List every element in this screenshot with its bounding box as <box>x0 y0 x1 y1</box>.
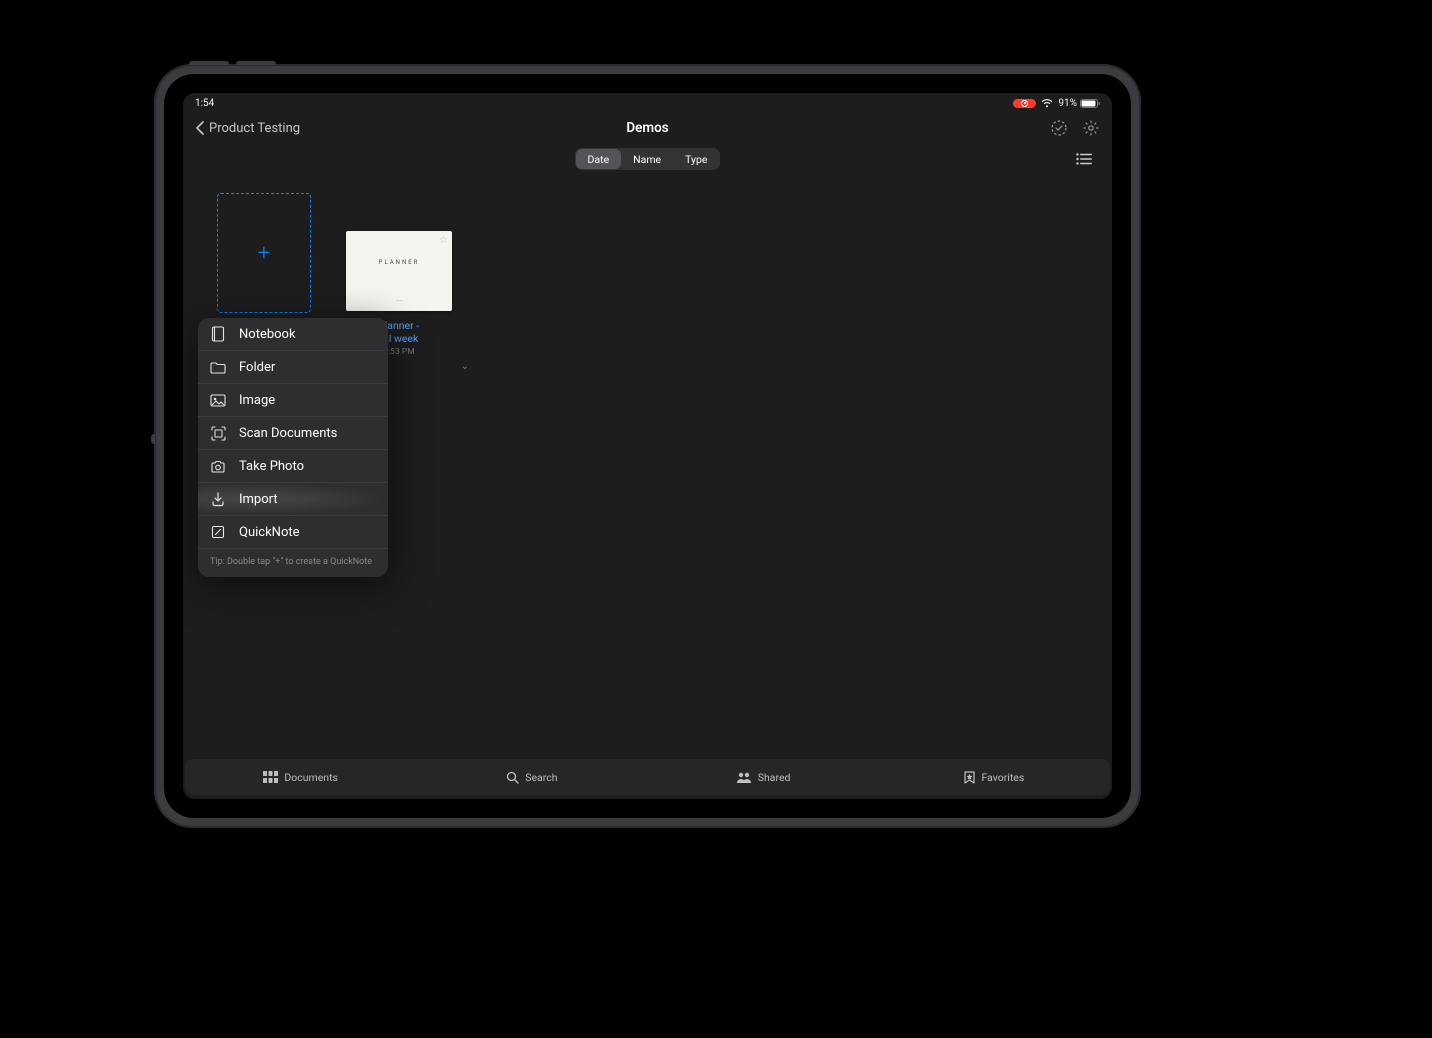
back-label: Product Testing <box>209 121 300 136</box>
search-icon <box>506 771 519 784</box>
tab-documents[interactable]: Documents <box>185 759 416 795</box>
menu-label: Take Photo <box>239 459 304 474</box>
import-icon <box>210 491 226 507</box>
segment-name[interactable]: Name <box>621 149 673 169</box>
menu-label: Notebook <box>239 327 296 342</box>
battery-percent: 91% <box>1058 98 1077 109</box>
back-button[interactable]: Product Testing <box>195 121 300 136</box>
page-title: Demos <box>626 120 668 136</box>
favorites-icon <box>964 771 975 784</box>
tab-shared[interactable]: Shared <box>648 759 879 795</box>
tab-favorites[interactable]: Favorites <box>879 759 1110 795</box>
shared-icon <box>736 772 752 783</box>
tab-label: Favorites <box>981 771 1024 784</box>
menu-item-scan[interactable]: Scan Documents <box>198 417 388 450</box>
create-menu-popover: Notebook Folder Image <box>198 318 388 577</box>
scan-icon <box>210 425 226 441</box>
plus-icon: + <box>258 241 270 266</box>
new-document-tile[interactable]: + <box>217 193 311 313</box>
nav-bar: Product Testing Demos <box>183 113 1112 143</box>
nav-actions <box>1050 119 1100 137</box>
chevron-down-icon[interactable]: ⌄ <box>461 361 469 372</box>
tab-search[interactable]: Search <box>416 759 647 795</box>
documents-icon <box>263 771 278 783</box>
status-right: 91% <box>1013 98 1100 109</box>
thumbnail-subtext: —— <box>396 298 402 303</box>
screen-recording-indicator[interactable] <box>1013 99 1036 108</box>
ipad-bezel: 1:54 91% <box>164 74 1131 818</box>
menu-item-photo[interactable]: Take Photo <box>198 450 388 483</box>
hw-volume-down <box>236 61 276 65</box>
menu-label: Image <box>239 393 275 408</box>
sort-row: Date Name Type <box>183 145 1112 173</box>
wifi-icon <box>1041 99 1053 108</box>
tab-label: Search <box>525 771 557 784</box>
thumbnail-label: PLANNER <box>379 259 420 266</box>
menu-label: Scan Documents <box>239 426 337 441</box>
menu-item-quicknote[interactable]: QuickNote <box>198 516 388 549</box>
hw-side-button <box>151 434 155 444</box>
tab-bar: Documents Search Shared <box>185 759 1110 795</box>
tab-label: Documents <box>284 771 338 784</box>
tab-label: Shared <box>758 771 791 784</box>
menu-label: QuickNote <box>239 525 300 540</box>
battery-icon <box>1080 99 1100 108</box>
record-icon <box>1021 100 1028 107</box>
camera-icon <box>210 458 226 474</box>
settings-button[interactable] <box>1082 119 1100 137</box>
list-icon <box>1076 153 1092 165</box>
segment-type[interactable]: Type <box>673 149 719 169</box>
ipad-frame: 1:54 91% <box>154 64 1141 828</box>
sort-segmented-control: Date Name Type <box>575 148 721 170</box>
image-icon <box>210 392 226 408</box>
menu-tip: Tip: Double tap "+" to create a QuickNot… <box>198 549 388 577</box>
screen: 1:54 91% <box>183 93 1112 799</box>
status-bar: 1:54 91% <box>183 93 1112 113</box>
status-time: 1:54 <box>195 98 214 109</box>
document-thumbnail: ☆ PLANNER —— <box>346 231 452 311</box>
gear-icon <box>1082 119 1100 137</box>
menu-item-notebook[interactable]: Notebook <box>198 318 388 351</box>
chevron-left-icon <box>195 121 205 135</box>
menu-item-folder[interactable]: Folder <box>198 351 388 384</box>
folder-icon <box>210 359 226 375</box>
menu-label: Folder <box>239 360 275 375</box>
menu-item-image[interactable]: Image <box>198 384 388 417</box>
quicknote-icon <box>210 524 226 540</box>
segment-date[interactable]: Date <box>576 149 622 169</box>
menu-label: Import <box>239 492 278 507</box>
checkmark-circle-icon <box>1050 119 1068 137</box>
notebook-icon <box>210 326 226 342</box>
view-toggle-button[interactable] <box>1076 153 1092 165</box>
battery-indicator: 91% <box>1058 98 1100 109</box>
select-button[interactable] <box>1050 119 1068 137</box>
favorite-star-icon[interactable]: ☆ <box>439 235 448 246</box>
menu-item-import[interactable]: Import <box>198 483 388 516</box>
hw-volume-up <box>189 61 229 65</box>
